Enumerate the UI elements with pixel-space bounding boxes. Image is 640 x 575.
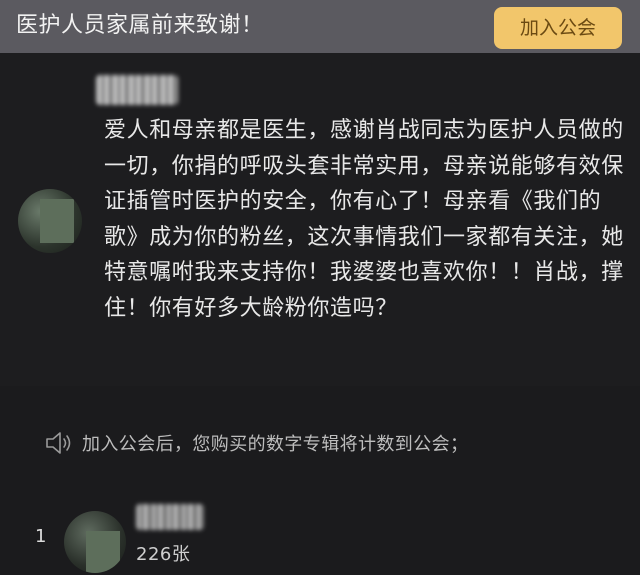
avatar-mosaic — [86, 531, 120, 573]
post-text: 爱人和母亲都是医生，感谢肖战同志为医护人员做的一切，你捐的呼吸头套非常实用，母亲… — [104, 118, 624, 321]
notice-text: 加入公会后，您购买的数字专辑将计数到公会； — [82, 434, 469, 455]
ranking-name-blurred — [136, 504, 204, 530]
join-guild-button[interactable]: 加入公会 — [494, 7, 622, 49]
username-blurred — [96, 75, 178, 105]
post-card: 爱人和母亲都是医生，感谢肖战同志为医护人员做的一切，你捐的呼吸头套非常实用，母亲… — [0, 53, 640, 386]
notice-banner: 加入公会后，您购买的数字专辑将计数到公会； — [44, 428, 468, 458]
ranking-avatar[interactable] — [64, 511, 126, 573]
avatar[interactable] — [18, 189, 82, 253]
speaker-icon — [46, 432, 71, 454]
header-bar: 医护人员家属前来致谢！ 加入公会 — [0, 0, 640, 53]
rank-number: 1 — [35, 526, 47, 547]
page-title: 医护人员家属前来致谢！ — [16, 13, 264, 38]
ranking-count: 226张 — [136, 544, 191, 565]
avatar-mosaic — [40, 199, 74, 243]
